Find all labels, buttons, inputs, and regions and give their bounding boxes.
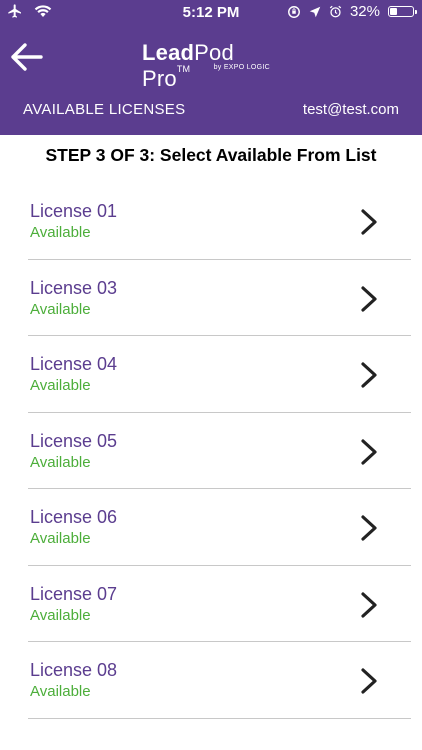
logo-tm-text: TM — [176, 64, 191, 74]
license-status: Available — [30, 300, 91, 318]
app-header: 5:12 PM 32% LeadPod ProTM by EXPO LOGIC … — [0, 0, 422, 135]
chevron-right-icon — [361, 591, 377, 618]
list-item-license[interactable]: License 07 Available — [28, 566, 411, 642]
rotation-lock-icon — [288, 5, 300, 18]
logo-byline: by EXPO LOGIC — [213, 64, 270, 71]
list-item-license[interactable]: License 08 Available — [28, 642, 411, 719]
location-icon — [309, 6, 321, 17]
license-status: Available — [30, 377, 91, 394]
step-label: STEP 3 OF 3: Select Available From List — [45, 145, 377, 165]
status-bar: 5:12 PM 32% — [0, 0, 422, 25]
license-name: License 05 — [30, 430, 118, 451]
license-name: License 01 — [30, 201, 118, 221]
list-item-license[interactable]: License 03 Available — [28, 260, 411, 336]
chevron-right-icon — [361, 668, 377, 694]
license-name: License 06 — [30, 507, 118, 527]
back-arrow-button[interactable] — [10, 42, 44, 72]
license-status: Available — [30, 606, 91, 624]
page-title: AVAILABLE LICENSES — [23, 101, 186, 118]
license-status: Available — [30, 453, 91, 471]
list-item-license[interactable]: License 01 Available — [28, 183, 411, 260]
chevron-right-icon — [361, 515, 377, 541]
back-arrow-icon — [11, 43, 43, 71]
chevron-right-icon — [361, 362, 377, 388]
list-item-license[interactable]: License 04 Available — [28, 336, 411, 413]
alarm-icon — [329, 5, 342, 18]
leadpod-pro-logo: LeadPod ProTM by EXPO LOGIC — [142, 40, 282, 91]
header-subbar: AVAILABLE LICENSES test@test.com — [0, 92, 422, 126]
chevron-right-icon — [361, 285, 377, 312]
chevron-right-icon — [361, 209, 377, 235]
license-name: License 07 — [30, 583, 118, 604]
battery-percent: 32% — [349, 3, 380, 20]
license-name: License 03 — [30, 277, 118, 298]
license-status: Available — [30, 530, 91, 547]
license-name: License 04 — [30, 354, 118, 374]
license-list: License 01 Available License 03 Availabl… — [28, 183, 411, 719]
license-status: Available — [30, 683, 91, 700]
logo-lead-text: Lead — [142, 40, 195, 65]
user-email: test@test.com — [302, 101, 399, 118]
chevron-right-icon — [361, 438, 377, 465]
list-item-license[interactable]: License 05 Available — [28, 413, 411, 489]
battery-icon — [388, 6, 417, 17]
license-name: License 08 — [30, 660, 118, 680]
list-item-license[interactable]: License 06 Available — [28, 489, 411, 566]
license-status: Available — [30, 224, 91, 241]
